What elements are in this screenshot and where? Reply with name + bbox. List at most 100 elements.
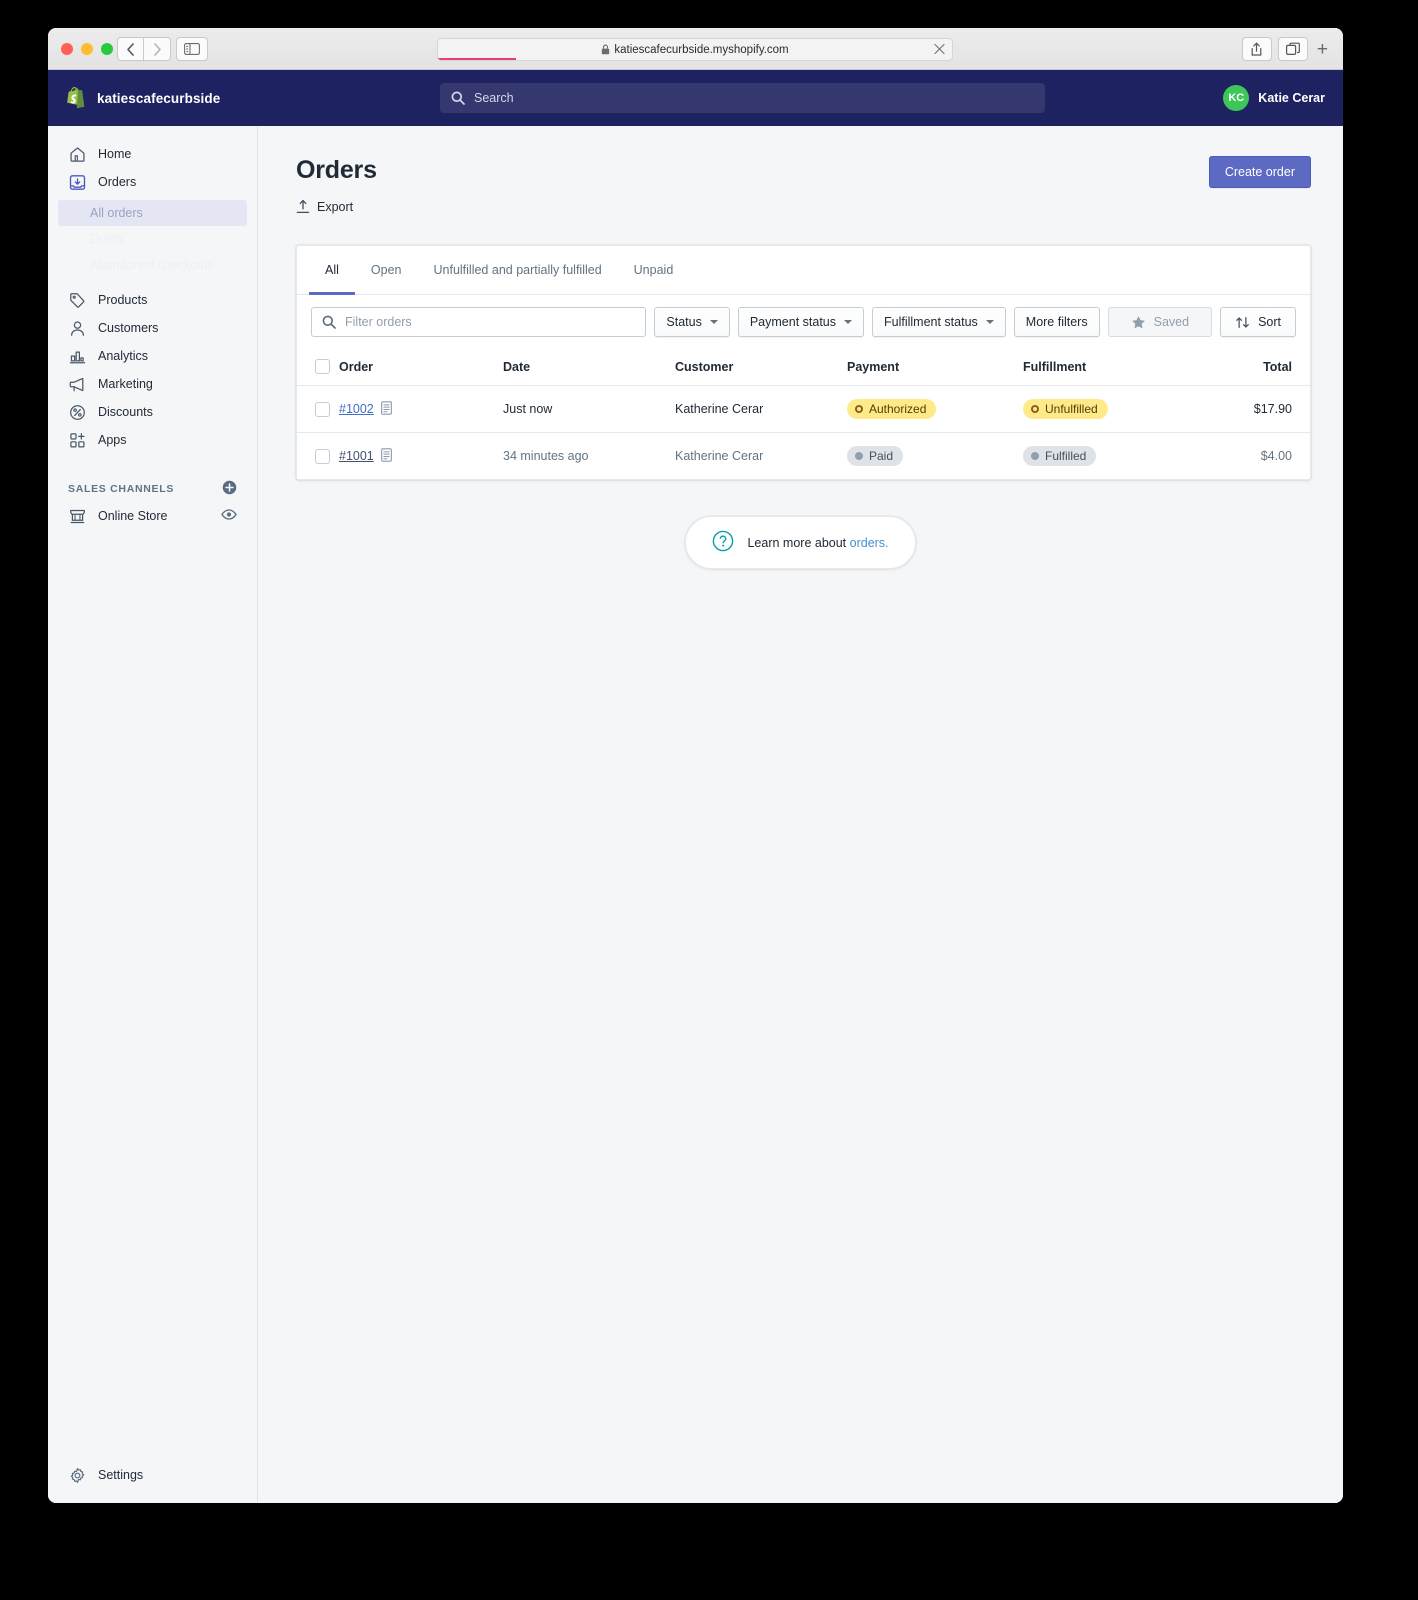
megaphone-icon xyxy=(68,375,86,393)
orders-table-head: Order Date Customer Payment Fulfillment … xyxy=(297,349,1310,386)
sidebar-item-settings[interactable]: Settings xyxy=(58,1461,247,1489)
sidebar-subitem-label: All orders xyxy=(90,206,143,220)
customer-cell: Katherine Cerar xyxy=(675,449,764,463)
status-badge: Fulfilled xyxy=(1023,446,1097,466)
column-header-payment: Payment xyxy=(847,349,1023,386)
share-button[interactable] xyxy=(1241,37,1272,61)
sidebar-item-label: Analytics xyxy=(98,349,149,363)
sales-channels-group: SALES CHANNELS Online Store xyxy=(48,476,257,530)
sales-channels-header: SALES CHANNELS xyxy=(68,476,237,502)
sidebar-item-online-store[interactable]: Online Store xyxy=(58,502,247,530)
account-menu[interactable]: KC Katie Cerar xyxy=(1223,85,1325,111)
gear-icon xyxy=(68,1466,86,1484)
back-button[interactable] xyxy=(117,37,144,61)
payment-cell: Authorized xyxy=(847,385,1023,433)
lock-icon xyxy=(601,44,610,55)
question-circle-icon xyxy=(712,530,734,555)
complete-circle-icon xyxy=(855,452,863,460)
url-text: katiescafecurbside.myshopify.com xyxy=(614,43,789,56)
fulfillment-cell: Unfulfilled xyxy=(1023,385,1233,433)
fulfillment-status-filter-label: Fulfillment status xyxy=(884,315,978,329)
browser-window: katiescafecurbside.myshopify.com + katie… xyxy=(48,28,1343,1503)
sidebar-item-discounts[interactable]: Discounts xyxy=(58,398,247,426)
orders-card: All Open Unfulfilled and partially fulfi… xyxy=(296,245,1311,480)
export-label: Export xyxy=(317,199,354,214)
column-header-order: Order xyxy=(339,349,503,386)
select-all-checkbox[interactable] xyxy=(315,359,330,374)
sidebar-item-label: Apps xyxy=(98,433,127,447)
create-order-button[interactable]: Create order xyxy=(1208,156,1311,188)
filter-orders-input[interactable]: Filter orders xyxy=(311,307,647,337)
help-text-label: Learn more about xyxy=(747,535,850,550)
order-link[interactable]: #1001 xyxy=(339,447,392,465)
status-badge-label: Authorized xyxy=(869,402,927,416)
sidebar-item-products[interactable]: Products xyxy=(58,286,247,314)
table-header-row: Order Date Customer Payment Fulfillment … xyxy=(297,349,1310,386)
total-cell: $17.90 xyxy=(1233,385,1310,433)
fulfillment-status-filter-button[interactable]: Fulfillment status xyxy=(872,307,1006,337)
order-link[interactable]: #1002 xyxy=(339,400,392,418)
orders-help-link[interactable]: orders. xyxy=(850,536,889,550)
sidebar-item-label: Products xyxy=(98,293,148,307)
sidebar-subitem-drafts[interactable]: Drafts xyxy=(58,226,247,252)
saved-filters-button[interactable]: Saved xyxy=(1107,307,1213,337)
tag-icon xyxy=(68,291,86,309)
table-row[interactable]: #1001 34 minutes ago Katherine Cerar Pai… xyxy=(297,433,1310,480)
eye-icon[interactable] xyxy=(221,508,237,524)
tab-all[interactable]: All xyxy=(309,246,355,295)
url-bar[interactable]: katiescafecurbside.myshopify.com xyxy=(437,38,953,61)
help-footer: Learn more about orders. xyxy=(258,516,1343,569)
close-window-button[interactable] xyxy=(61,43,73,55)
row-checkbox[interactable] xyxy=(315,401,330,417)
filter-toolbar: Filter orders Status Payment status Fulf… xyxy=(297,295,1310,349)
date-cell: 34 minutes ago xyxy=(503,449,589,463)
customer-cell: Katherine Cerar xyxy=(675,385,847,433)
status-badge-label: Fulfilled xyxy=(1045,449,1087,463)
sidebar-subitem-abandoned-checkouts[interactable]: Abandoned checkouts xyxy=(58,252,247,278)
table-row[interactable]: #1002 Just now Katherine Cerar Authorize… xyxy=(297,385,1310,433)
toggle-sidebar-button[interactable] xyxy=(176,37,208,61)
sidebar-subitem-label: Abandoned checkouts xyxy=(90,258,214,272)
sidebar-item-analytics[interactable]: Analytics xyxy=(58,342,247,370)
export-button[interactable]: Export xyxy=(296,199,1311,214)
stop-loading-button[interactable] xyxy=(934,43,945,56)
sidebar-item-apps[interactable]: Apps xyxy=(58,426,247,454)
sidebar-item-orders[interactable]: Orders xyxy=(58,168,247,196)
column-header-total: Total xyxy=(1233,349,1310,386)
sidebar-item-customers[interactable]: Customers xyxy=(58,314,247,342)
row-select-cell xyxy=(297,433,339,480)
forward-button[interactable] xyxy=(144,37,171,61)
payment-status-filter-button[interactable]: Payment status xyxy=(737,307,864,337)
more-filters-label: More filters xyxy=(1025,315,1088,329)
tab-unpaid[interactable]: Unpaid xyxy=(618,246,690,295)
shopify-logo-icon xyxy=(67,86,85,108)
sidebar: Home Orders All orders Drafts Abandoned … xyxy=(48,126,258,1503)
chevron-down-icon xyxy=(985,320,994,324)
more-filters-button[interactable]: More filters xyxy=(1013,307,1100,337)
tab-open[interactable]: Open xyxy=(355,246,418,295)
tab-overview-button[interactable] xyxy=(1277,37,1308,61)
status-filter-button[interactable]: Status xyxy=(654,307,730,337)
sidebar-subitem-all-orders[interactable]: All orders xyxy=(58,200,247,226)
payment-cell: Paid xyxy=(847,433,1023,480)
maximize-window-button[interactable] xyxy=(101,43,113,55)
tab-unfulfilled-and-partially-fulfilled[interactable]: Unfulfilled and partially fulfilled xyxy=(418,246,618,295)
page-title: Orders xyxy=(296,156,377,184)
sidebar-item-label: Home xyxy=(98,147,132,161)
sort-arrows-icon xyxy=(1236,316,1249,328)
minimize-window-button[interactable] xyxy=(81,43,93,55)
global-search-input[interactable]: Search xyxy=(440,83,1045,113)
row-checkbox[interactable] xyxy=(315,448,330,464)
sidebar-item-marketing[interactable]: Marketing xyxy=(58,370,247,398)
sort-button[interactable]: Sort xyxy=(1220,307,1296,337)
column-header-customer: Customer xyxy=(675,349,847,386)
orders-table-body: #1002 Just now Katherine Cerar Authorize… xyxy=(297,385,1310,480)
apps-grid-plus-icon xyxy=(68,431,86,449)
store-brand[interactable]: katiescafecurbside xyxy=(48,86,258,110)
plus-circle-icon[interactable] xyxy=(222,480,237,498)
storefront-icon xyxy=(68,507,86,525)
sidebar-item-home[interactable]: Home xyxy=(58,140,247,168)
traffic-lights xyxy=(61,43,113,55)
new-tab-button[interactable]: + xyxy=(1314,40,1331,59)
order-cell: #1001 xyxy=(339,433,503,480)
